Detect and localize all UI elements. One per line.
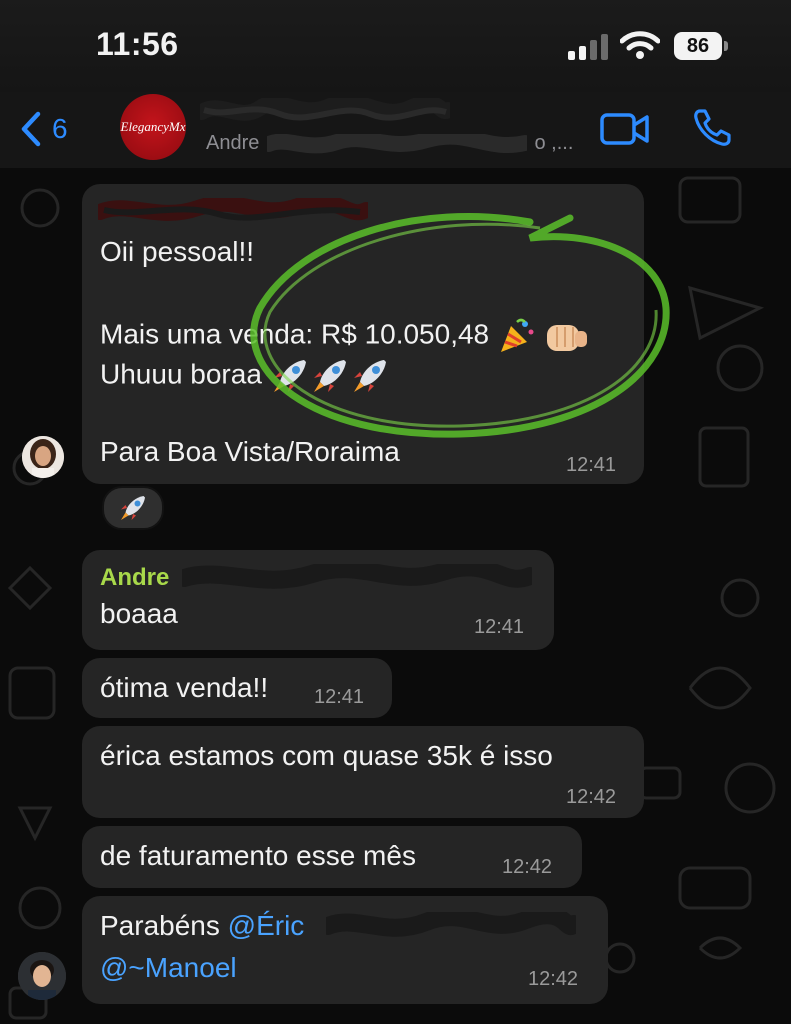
video-call-icon[interactable] <box>600 112 650 146</box>
message-line: Para Boa Vista/Roraima <box>100 436 400 467</box>
message-text: érica estamos com quase 35k é isso <box>100 740 553 771</box>
message-bubble[interactable]: Andre boaaa 12:41 <box>82 550 554 650</box>
fist-bump-icon <box>546 325 587 351</box>
message-bubble[interactable]: ótima venda!! 12:41 <box>82 658 392 718</box>
members-redacted <box>266 133 527 154</box>
status-bar: 11:56 86 <box>0 0 791 92</box>
message-time: 12:42 <box>502 856 553 878</box>
group-avatar-logo: ElegancyMx <box>120 119 186 134</box>
message-line-cheer: Uhuuu boraa <box>100 356 390 396</box>
rocket-icon <box>353 360 386 392</box>
group-avatar[interactable]: ElegancyMx <box>120 94 186 160</box>
group-members-subtitle: Andre o ,... <box>206 132 574 154</box>
message-time: 12:41 <box>566 454 617 476</box>
battery-icon: 86 <box>674 32 730 60</box>
group-title-redacted[interactable] <box>200 98 450 124</box>
chat-area[interactable]: Oii pessoal!! Mais uma venda: R$ 10.050,… <box>0 168 791 1024</box>
message-time: 12:42 <box>528 968 579 990</box>
battery-level: 86 <box>674 32 722 60</box>
clock: 11:56 <box>96 26 179 62</box>
party-popper-icon <box>500 318 534 352</box>
sender-name-redacted <box>98 198 368 221</box>
member-avatar[interactable] <box>18 952 66 1000</box>
message-bubble[interactable]: Oii pessoal!! Mais uma venda: R$ 10.050,… <box>82 184 644 484</box>
message-text: de faturamento esse mês <box>100 840 416 871</box>
back-button[interactable]: 6 <box>20 106 68 152</box>
message-bubble[interactable]: érica estamos com quase 35k é isso 12:42 <box>82 726 644 818</box>
sender-surname-redacted <box>182 564 532 589</box>
unread-count: 6 <box>52 113 68 144</box>
message-bubble[interactable]: de faturamento esse mês 12:42 <box>82 826 582 888</box>
mention-link[interactable]: @~Manoel <box>100 952 237 984</box>
mention-link[interactable]: @Éric <box>228 910 305 941</box>
avatar-photo <box>22 436 64 478</box>
message-time: 12:41 <box>474 616 525 638</box>
mention-name-redacted <box>326 912 576 937</box>
message-line: Oii pessoal!! <box>100 236 255 267</box>
rocket-icon <box>121 496 145 520</box>
message-line: Parabéns @Éric <box>100 910 305 941</box>
rocket-icon <box>273 360 306 392</box>
phone-call-icon[interactable] <box>692 108 732 148</box>
avatar-photo <box>18 952 66 1000</box>
chat-header: 6 ElegancyMx Andre o ,... <box>0 92 791 168</box>
rocket-icon <box>313 360 346 392</box>
message-bubble[interactable]: Parabéns @Éric @~Manoel 12:42 <box>82 896 608 1004</box>
member-avatar[interactable] <box>22 436 64 478</box>
message-time: 12:42 <box>566 786 617 808</box>
message-line-sale: Mais uma venda: R$ 10.050,48 <box>100 316 589 356</box>
wifi-icon <box>620 31 660 59</box>
reaction-badge[interactable] <box>102 486 164 530</box>
cellular-signal-icon <box>568 34 608 60</box>
sender-name: Andre <box>100 564 170 591</box>
chevron-left-icon <box>21 111 41 147</box>
message-text: ótima venda!! <box>100 672 269 703</box>
message-text: boaaa <box>100 598 178 629</box>
message-time: 12:41 <box>314 686 365 708</box>
